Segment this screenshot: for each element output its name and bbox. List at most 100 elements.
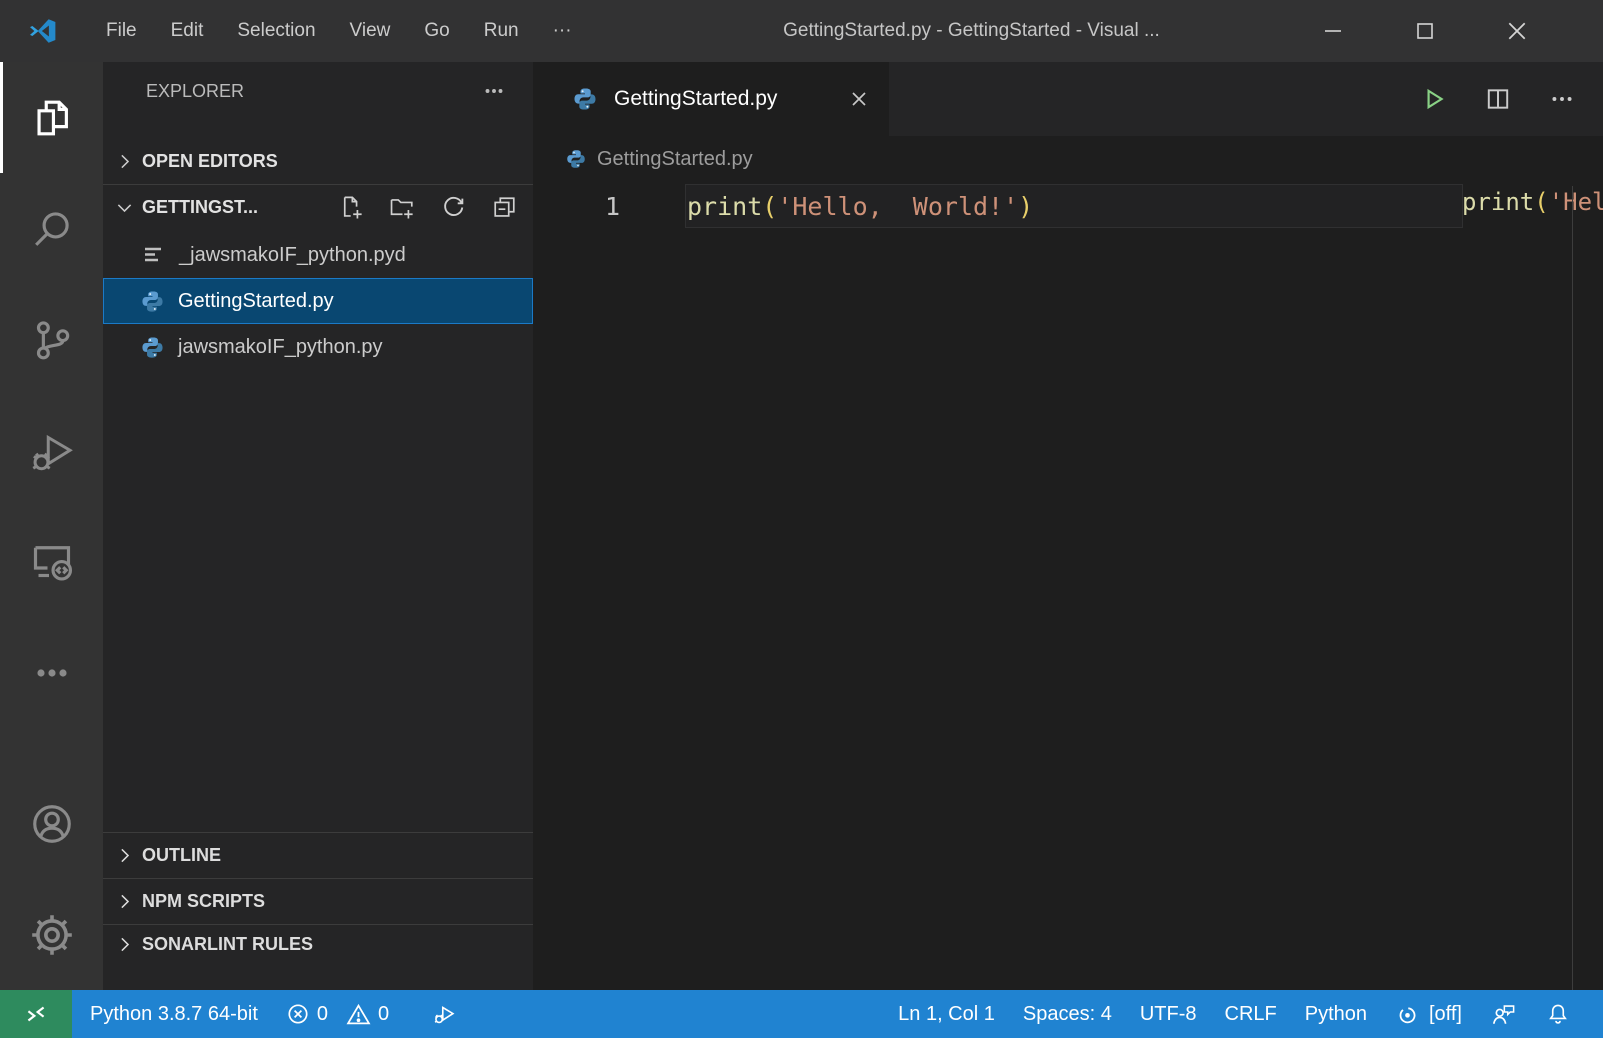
file-row-pyd[interactable]: _jawsmakoIF_python.pyd (103, 232, 533, 278)
npm-scripts-label: NPM SCRIPTS (142, 891, 265, 912)
problems-item[interactable]: 0 0 (272, 990, 403, 1038)
minimap-border (1572, 186, 1573, 990)
screencast-state: [off] (1429, 1003, 1462, 1026)
title-bar: File Edit Selection View Go Run ··· Gett… (0, 0, 1603, 62)
source-control-icon (29, 317, 75, 363)
status-bar: Python 3.8.7 64-bit 0 0 (0, 990, 1603, 1038)
npm-scripts-section[interactable]: NPM SCRIPTS (103, 878, 533, 924)
activity-more-views[interactable] (0, 617, 103, 728)
chevron-right-icon (114, 845, 135, 866)
activity-remote-explorer[interactable] (0, 506, 103, 617)
menu-edit[interactable]: Edit (154, 0, 221, 62)
remote-explorer-icon (28, 538, 76, 586)
token-string: 'Hello, World!' (777, 192, 1018, 221)
python-file-icon (573, 87, 597, 111)
menu-more[interactable]: ··· (536, 0, 589, 62)
code-line-1[interactable]: 1 print('Hello, World!') (533, 184, 1603, 228)
token-close-paren: ) (1018, 192, 1033, 221)
code-text: print('Hello, World!') (687, 192, 1033, 221)
chevron-right-icon (114, 934, 135, 955)
activity-accounts[interactable] (0, 768, 103, 879)
eol-item[interactable]: CRLF (1211, 990, 1291, 1038)
menu-run[interactable]: Run (467, 0, 536, 62)
outline-section[interactable]: OUTLINE (103, 832, 533, 878)
workspace-folder-section[interactable]: GETTINGST... (103, 184, 533, 230)
active-view-indicator (0, 62, 3, 173)
menu-selection[interactable]: Selection (220, 0, 332, 62)
file-name: GettingStarted.py (178, 290, 334, 313)
activity-source-control[interactable] (0, 284, 103, 395)
explorer-actions-icon[interactable] (481, 78, 507, 104)
token-function: print (687, 192, 762, 221)
broadcast-icon (1395, 1002, 1420, 1027)
feedback-item[interactable] (1476, 990, 1531, 1038)
indentation-item[interactable]: Spaces: 4 (1009, 990, 1126, 1038)
open-editors-section[interactable]: OPEN EDITORS (103, 139, 533, 184)
activity-search[interactable] (0, 173, 103, 284)
error-icon (286, 1002, 310, 1026)
debug-icon (431, 1001, 457, 1027)
tab-gettingstarted[interactable]: GettingStarted.py (533, 62, 889, 136)
status-left: Python 3.8.7 64-bit 0 0 (72, 990, 471, 1038)
line-number: 1 (533, 192, 676, 221)
notifications-item[interactable] (1531, 990, 1585, 1038)
status-right: Ln 1, Col 1 Spaces: 4 UTF-8 CRLF Python … (884, 990, 1603, 1038)
error-count: 0 (317, 1003, 328, 1026)
editor-group: GettingStarted.py (533, 62, 1603, 990)
close-tab-icon[interactable] (849, 89, 869, 109)
open-editors-label: OPEN EDITORS (142, 151, 278, 172)
debug-status-item[interactable] (417, 990, 471, 1038)
ellipsis-icon (30, 651, 74, 695)
encoding-item[interactable]: UTF-8 (1126, 990, 1211, 1038)
cursor-position-item[interactable]: Ln 1, Col 1 (884, 990, 1009, 1038)
vscode-logo-icon (27, 16, 57, 46)
workspace-folder-label: GETTINGST... (142, 197, 258, 218)
python-file-icon (141, 336, 164, 359)
feedback-person-icon (1490, 1001, 1517, 1028)
sonarlint-rules-section[interactable]: SONARLINT RULES (103, 924, 533, 990)
collapse-folders-icon[interactable] (491, 194, 518, 221)
window-controls (1287, 0, 1563, 62)
remote-indicator[interactable] (0, 990, 72, 1038)
menu-go[interactable]: Go (407, 0, 466, 62)
python-file-icon (566, 149, 586, 169)
file-tree: _jawsmakoIF_python.pyd GettingStarted.py (103, 232, 533, 370)
explorer-toolbar (338, 194, 533, 221)
menu-bar: File Edit Selection View Go Run ··· (89, 0, 589, 62)
file-row-jawsmako[interactable]: jawsmakoIF_python.py (103, 324, 533, 370)
minimize-button[interactable] (1287, 0, 1379, 62)
chevron-down-icon (114, 197, 135, 218)
code-editor[interactable]: 1 print('Hello, World!') print('Hello, W… (533, 182, 1603, 990)
run-python-file-icon[interactable] (1421, 86, 1447, 112)
activity-explorer[interactable] (0, 62, 103, 173)
breadcrumb[interactable]: GettingStarted.py (533, 136, 1603, 182)
new-file-icon[interactable] (338, 194, 365, 221)
activity-run-and-debug[interactable] (0, 395, 103, 506)
tab-label: GettingStarted.py (614, 87, 777, 111)
menu-view[interactable]: View (333, 0, 408, 62)
chevron-right-icon (114, 151, 135, 172)
refresh-icon[interactable] (440, 194, 467, 221)
split-editor-icon[interactable] (1485, 86, 1511, 112)
file-row-gettingstarted[interactable]: GettingStarted.py (103, 278, 533, 324)
new-folder-icon[interactable] (389, 194, 416, 221)
chevron-right-icon (114, 891, 135, 912)
sidebar-title: EXPLORER (146, 81, 244, 102)
file-name: jawsmakoIF_python.py (178, 336, 383, 359)
window-title: GettingStarted.py - GettingStarted - Vis… (640, 20, 1303, 42)
python-interpreter-item[interactable]: Python 3.8.7 64-bit (76, 990, 272, 1038)
minimap[interactable]: print('Hello, World!') (1462, 188, 1574, 996)
search-icon (29, 206, 75, 252)
bell-icon (1545, 1001, 1571, 1027)
maximize-button[interactable] (1379, 0, 1471, 62)
close-window-button[interactable] (1471, 0, 1563, 62)
activity-manage[interactable] (0, 879, 103, 990)
text-file-icon (141, 243, 165, 267)
remote-icon (23, 1001, 49, 1027)
breadcrumb-item[interactable]: GettingStarted.py (597, 148, 753, 171)
screencast-item[interactable]: [off] (1381, 990, 1476, 1038)
python-file-icon (141, 290, 164, 313)
more-actions-icon[interactable] (1549, 86, 1575, 112)
menu-file[interactable]: File (89, 0, 154, 62)
language-mode-item[interactable]: Python (1291, 990, 1381, 1038)
